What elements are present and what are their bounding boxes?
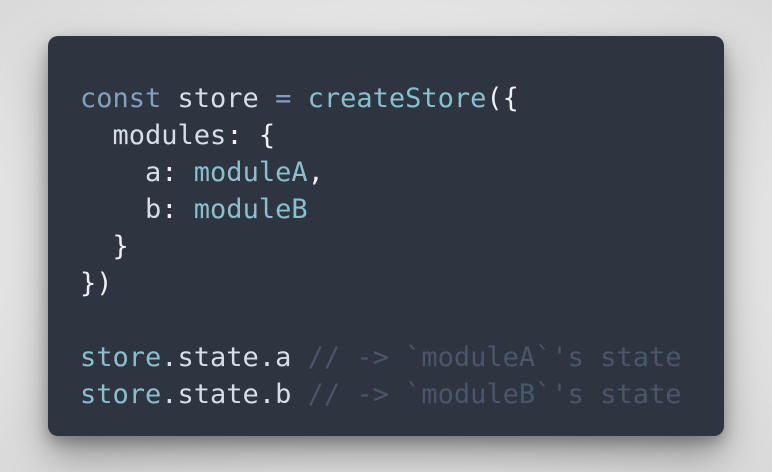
code-line: } bbox=[80, 228, 681, 265]
code-line: modules: { bbox=[80, 117, 681, 154]
code-token: ({ bbox=[486, 83, 519, 114]
code-line: const store = createStore({ bbox=[80, 80, 681, 117]
code-token: b bbox=[80, 194, 162, 225]
code-token: }) bbox=[80, 268, 113, 299]
code-token: // -> `moduleB`'s state bbox=[307, 379, 682, 410]
code-token: .state.b bbox=[161, 379, 308, 410]
code-token: // -> `moduleA`'s state bbox=[307, 342, 682, 373]
code-snippet-window: const store = createStore({ modules: { a… bbox=[48, 36, 724, 436]
code-token: : bbox=[161, 157, 194, 188]
code-line: b: moduleB bbox=[80, 191, 681, 228]
code-token: createStore bbox=[307, 83, 487, 114]
code-token: .state.a bbox=[161, 342, 308, 373]
code-token: a bbox=[80, 157, 162, 188]
code-line: }) bbox=[80, 265, 681, 302]
code-token: : bbox=[161, 194, 194, 225]
code-line: a: moduleA, bbox=[80, 154, 681, 191]
code-token: moduleA bbox=[193, 157, 308, 188]
code-token: const bbox=[80, 83, 162, 114]
code-token: = bbox=[275, 83, 292, 114]
code-token: moduleB bbox=[193, 194, 308, 225]
code-token: store bbox=[80, 342, 162, 373]
code-block: const store = createStore({ modules: { a… bbox=[80, 80, 681, 413]
code-line: store.state.a // -> `moduleA`'s state bbox=[80, 339, 681, 376]
code-token: : { bbox=[226, 120, 276, 151]
code-token: , bbox=[307, 157, 324, 188]
code-token: store bbox=[161, 83, 276, 114]
code-line: store.state.b // -> `moduleB`'s state bbox=[80, 376, 681, 413]
code-token: } bbox=[80, 231, 129, 262]
code-token: store bbox=[80, 379, 162, 410]
code-token: modules bbox=[80, 120, 227, 151]
